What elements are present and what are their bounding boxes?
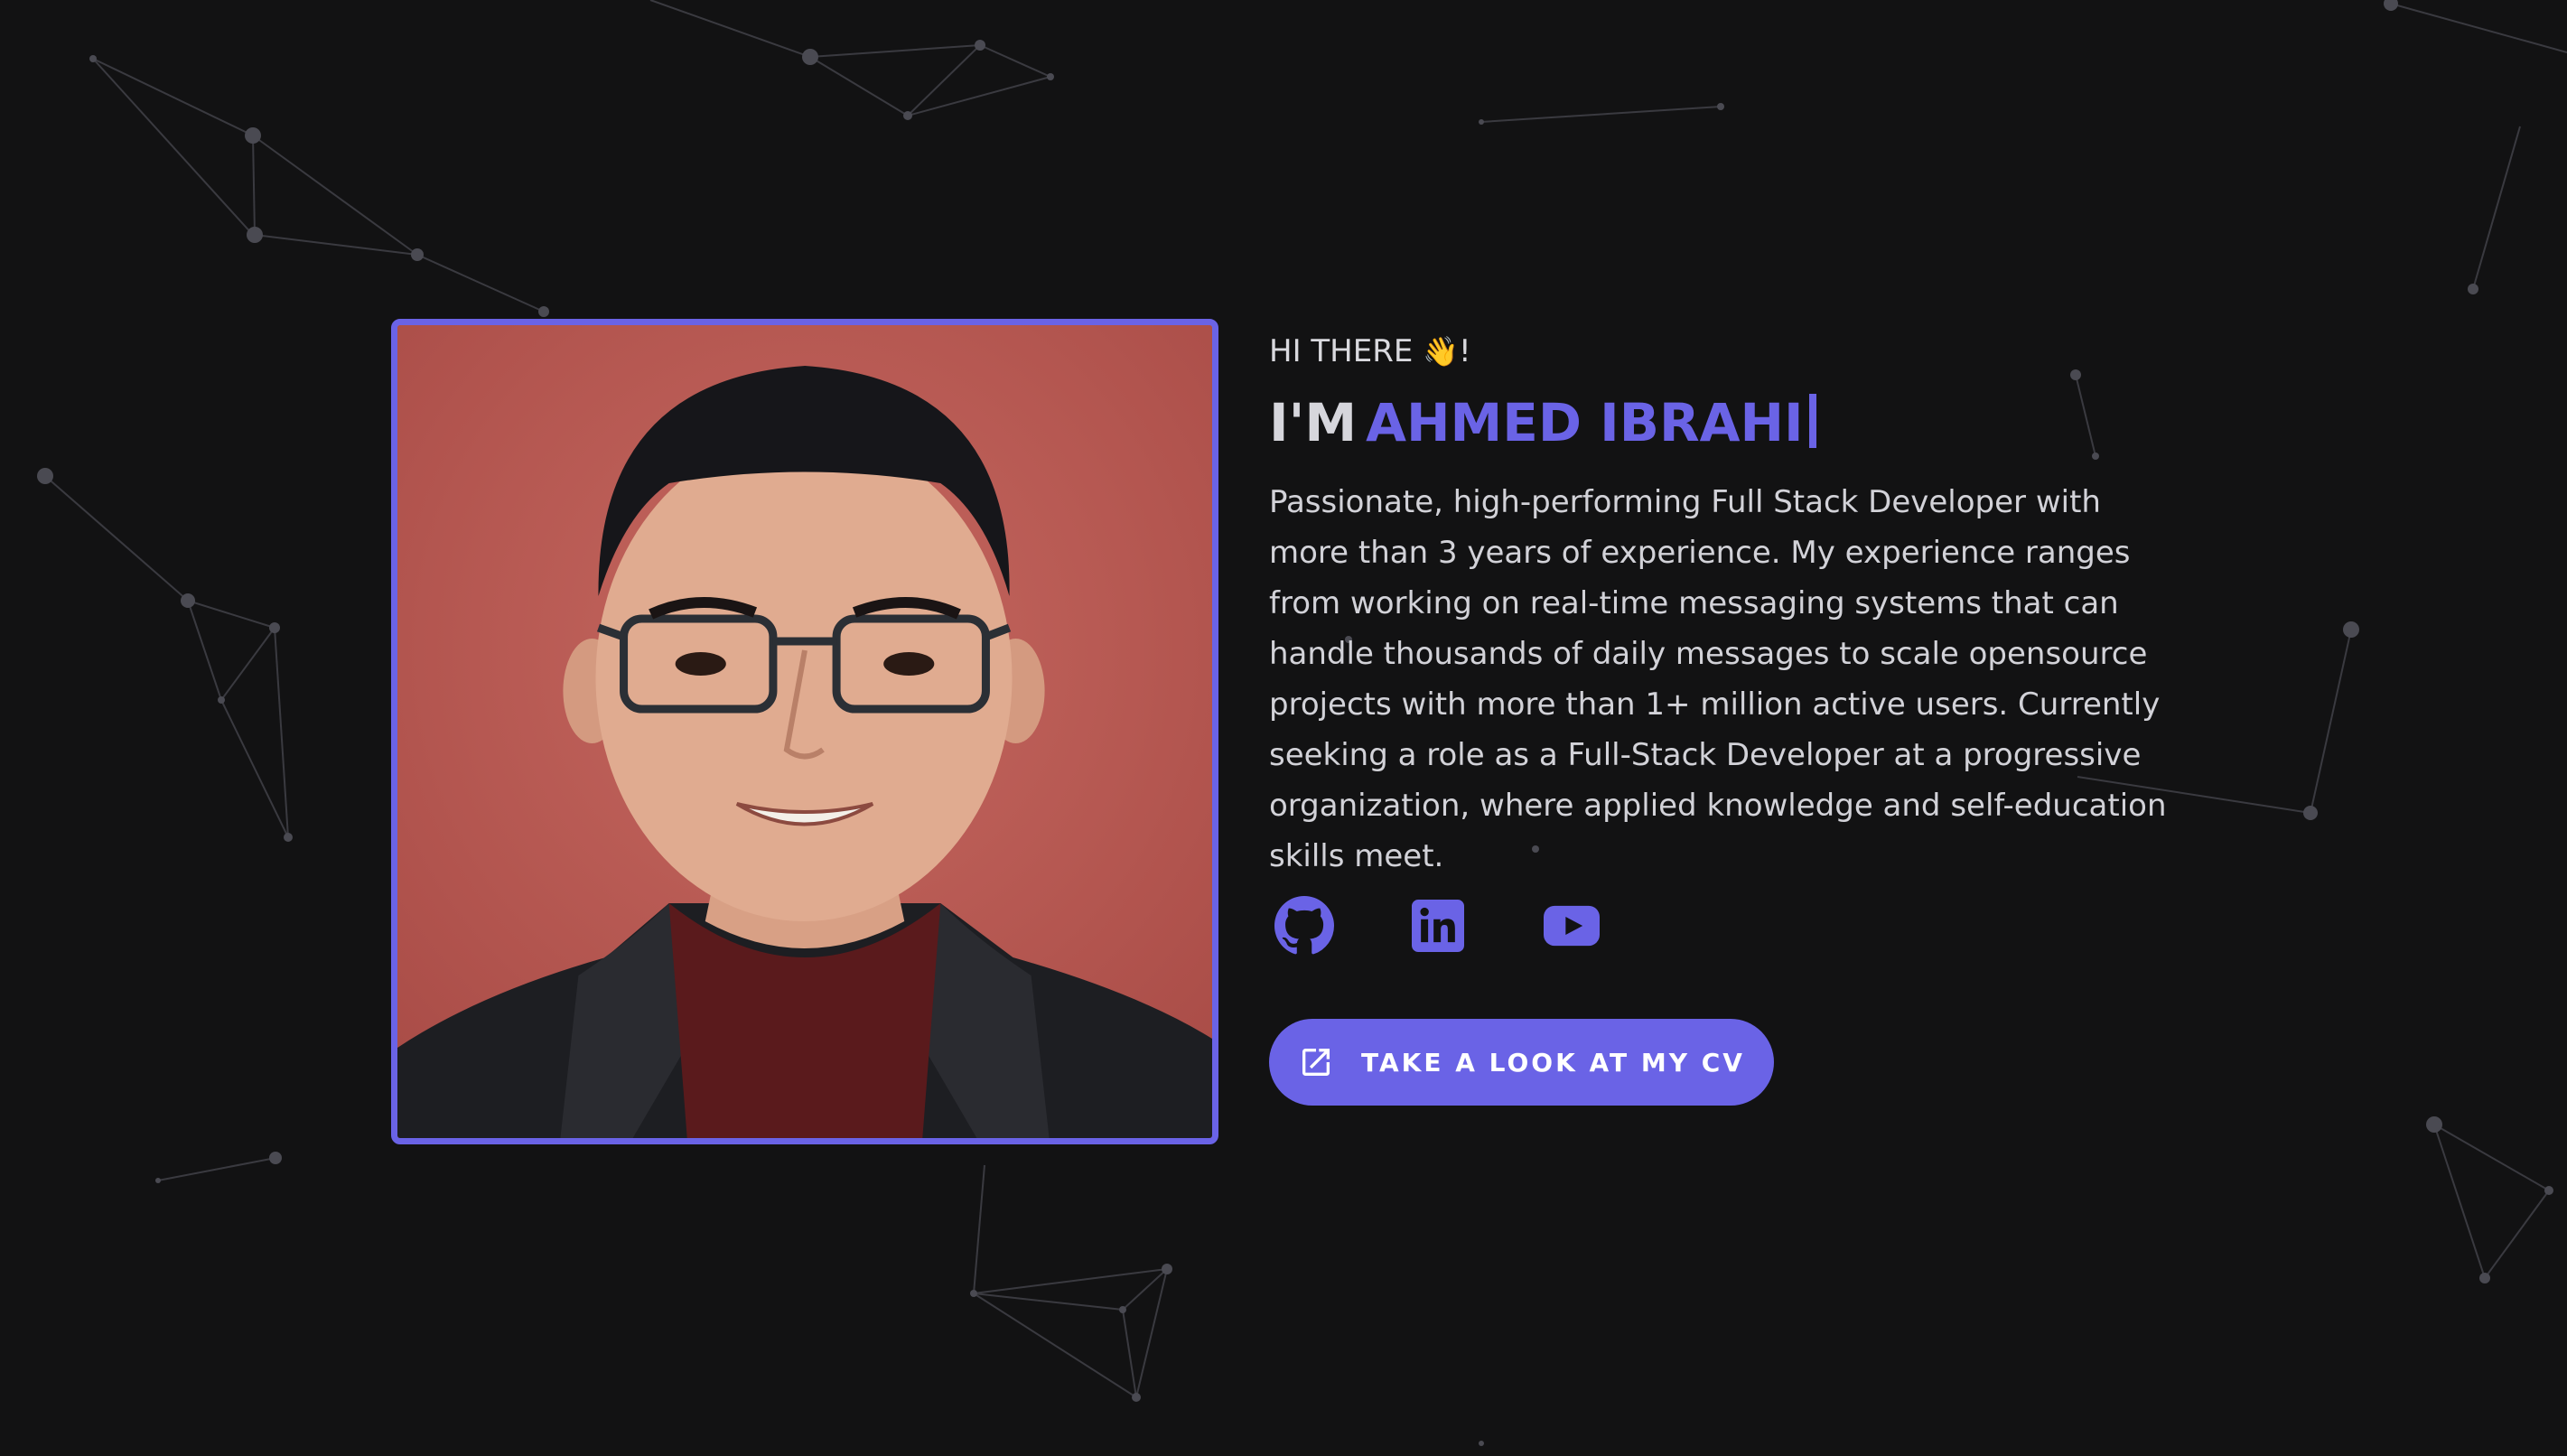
github-icon (1274, 896, 1334, 955)
hero-section: HI THERE 👋! I'M AHMED IBRAHI Passionate, … (0, 0, 2567, 1456)
cv-button-label: TAKE A LOOK AT MY CV (1361, 1047, 1745, 1078)
linkedin-icon (1412, 900, 1464, 952)
external-link-icon (1302, 1049, 1330, 1076)
name-prefix: I'M (1269, 392, 1358, 453)
headline: I'M AHMED IBRAHI (1269, 390, 1816, 455)
greeting: HI THERE 👋! (1269, 329, 1471, 374)
youtube-icon (1544, 905, 1600, 947)
greeting-text: HI THERE (1269, 333, 1414, 369)
view-cv-button[interactable]: TAKE A LOOK AT MY CV (1269, 1019, 1774, 1106)
typing-cursor (1808, 394, 1816, 448)
greeting-suffix: ! (1458, 333, 1471, 369)
github-link[interactable] (1274, 895, 1335, 957)
youtube-link[interactable] (1541, 895, 1602, 957)
linkedin-link[interactable] (1407, 895, 1469, 957)
typed-name: AHMED IBRAHI (1366, 392, 1804, 453)
profile-photo (391, 319, 1218, 1144)
social-links (1274, 894, 1602, 957)
bio-paragraph: Passionate, high-performing Full Stack D… (1269, 484, 2167, 874)
wave-emoji-icon: 👋 (1423, 334, 1459, 369)
